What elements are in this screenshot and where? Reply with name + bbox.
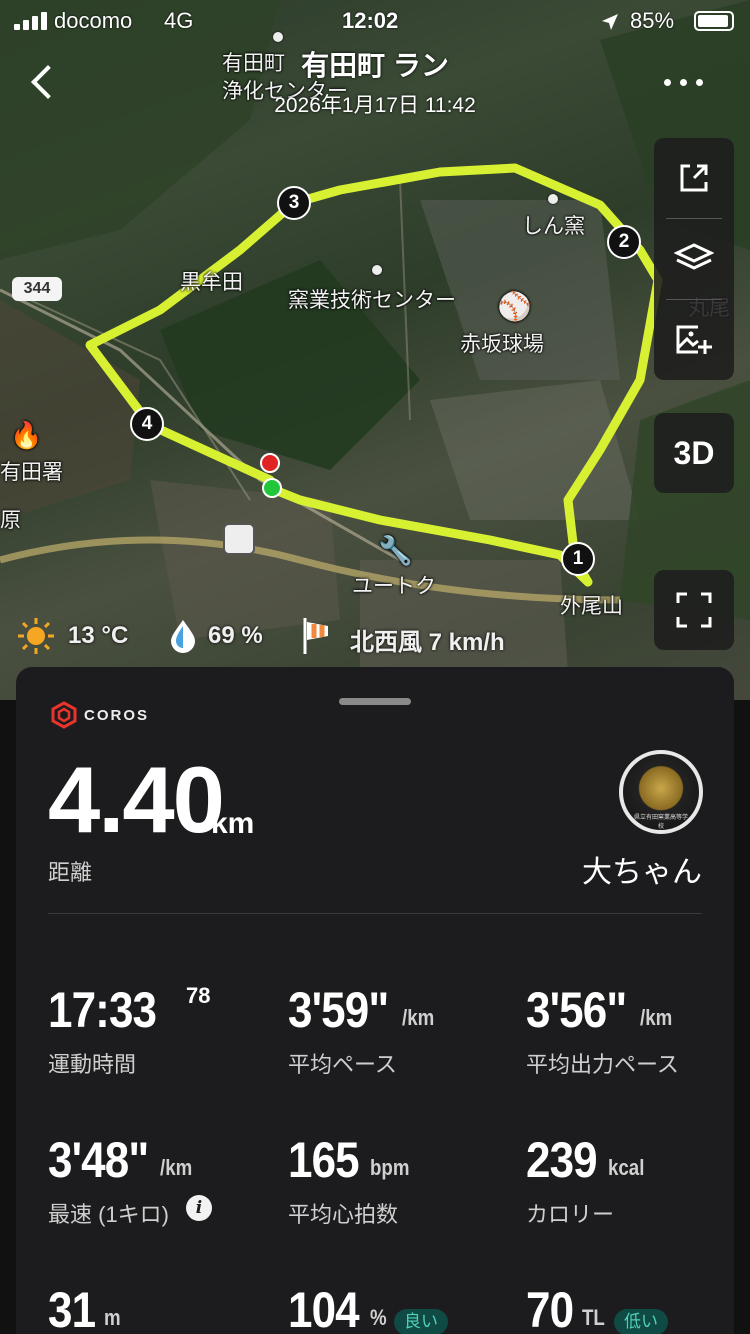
wrench-icon: 🔧 — [378, 535, 413, 566]
humidity-icon — [171, 620, 195, 653]
map-label-akasaka: 赤坂球場 — [460, 333, 544, 356]
share-icon — [680, 164, 708, 192]
sun-icon — [18, 618, 54, 654]
three-d-panel: 3D — [654, 413, 734, 493]
stat-value: 165 — [288, 1132, 360, 1188]
fullscreen-button[interactable] — [654, 570, 734, 650]
end-marker-icon — [260, 453, 280, 473]
avatar-caption: 県立有田窯業高等学校 — [633, 815, 688, 830]
stat-unit: TL — [582, 1305, 605, 1330]
3d-button[interactable]: 3D — [654, 413, 734, 493]
status-badge: 低い — [614, 1309, 668, 1334]
stat-value: 3'56" — [526, 982, 627, 1038]
status-bar: docomo 4G 12:02 85% — [0, 0, 750, 42]
page-title: 有田町 ラン — [301, 50, 449, 81]
battery-percent: 85% — [630, 8, 675, 33]
info-icon[interactable]: i — [186, 1195, 212, 1221]
map-label-yutoku: ユートク — [352, 575, 436, 598]
stat-value: 17:33 — [48, 982, 157, 1038]
stat-label: 平均出力ペース — [526, 1052, 679, 1077]
add-photo-icon — [676, 325, 712, 354]
status-badge: 良い — [394, 1309, 448, 1334]
km-marker-1[interactable]: 1 — [561, 542, 595, 576]
map-label-kuromuta: 黒牟田 — [180, 271, 243, 294]
temperature: 13 °C — [68, 622, 129, 649]
stat-value: 3'48" — [48, 1132, 149, 1188]
stat-label: カロリー — [526, 1202, 615, 1227]
more-options-button[interactable] — [662, 70, 706, 94]
map-label-yogyo: 窯業技術センター — [288, 289, 456, 312]
fullscreen-icon — [676, 592, 712, 628]
route-map[interactable]: 有田町浄化センター しん窯 黒牟田 窯業技術センター ⚾ 赤坂球場 344 丸尾… — [0, 0, 750, 700]
wind: 北西風 7 km/h — [350, 629, 505, 656]
stat-label: 平均心拍数 — [288, 1202, 399, 1227]
map-label-fire: 有田署 — [0, 461, 63, 484]
activity-summary-sheet[interactable]: COROS 4.40 km 距離 県立有田窯業高等学校 大ちゃん 17:33 7… — [16, 667, 734, 1334]
brand-name: COROS — [84, 706, 150, 724]
poi-dot — [548, 194, 558, 204]
stat-value: 31 — [48, 1282, 96, 1334]
user-name: 大ちゃん — [582, 856, 702, 889]
location-arrow-icon — [602, 14, 618, 30]
map-label-shingama: しん窯 — [522, 215, 585, 238]
stat-label: 最速 (1キロ) — [48, 1202, 170, 1227]
map-tools-panel — [654, 138, 734, 380]
coros-logo-icon — [51, 701, 77, 729]
km-marker-4[interactable]: 4 — [130, 407, 164, 441]
activity-datetime: 2026年1月17日 11:42 — [274, 94, 476, 117]
stat-value: 239 — [526, 1132, 598, 1188]
km-marker-2[interactable]: 2 — [607, 225, 641, 259]
stat-value: 70 — [526, 1282, 574, 1334]
stat-unit: /km — [160, 1155, 193, 1180]
stat-label: 平均ペース — [288, 1052, 397, 1077]
stat-unit: bpm — [370, 1155, 410, 1180]
network-type: 4G — [164, 8, 194, 33]
stat-unit: /km — [402, 1005, 435, 1030]
fire-station-icon: 🔥 — [10, 420, 43, 450]
stat-unit: m — [104, 1305, 121, 1330]
stat-label: 運動時間 — [48, 1052, 137, 1077]
layers-icon — [674, 243, 714, 270]
stat-unit: /km — [640, 1005, 673, 1030]
avatar[interactable]: 県立有田窯業高等学校 — [619, 750, 703, 834]
stat-unit: kcal — [608, 1155, 645, 1180]
baseball-icon: ⚾ — [497, 291, 532, 322]
km-marker-3[interactable]: 3 — [277, 186, 311, 220]
divider — [48, 913, 702, 914]
poi-dot — [372, 265, 382, 275]
share-button[interactable] — [654, 138, 734, 218]
clock: 12:02 — [342, 8, 399, 33]
stat-value-hundredths: 78 — [186, 983, 211, 1008]
humidity: 69 % — [208, 622, 263, 649]
route-344-shield: 344 — [12, 277, 62, 301]
train-station-icon — [223, 523, 255, 555]
map-label-sotoyama: 外尾山 — [560, 595, 623, 618]
sheet-drag-handle[interactable] — [339, 698, 411, 705]
start-marker-icon — [262, 478, 282, 498]
stat-unit: % — [370, 1305, 387, 1330]
add-photo-button[interactable] — [654, 300, 734, 380]
stat-value: 3'59" — [288, 982, 389, 1038]
layers-button[interactable] — [654, 219, 734, 299]
carrier-name: docomo — [54, 8, 133, 33]
fullscreen-panel — [654, 570, 734, 650]
wind-icon — [303, 618, 328, 654]
signal-icon — [14, 12, 48, 30]
distance-unit: km — [211, 807, 255, 840]
map-label-hara: 原 — [0, 509, 21, 532]
distance-value: 4.40 — [48, 747, 225, 852]
brand-logo: COROS — [50, 701, 149, 729]
stat-value: 104 — [288, 1282, 360, 1334]
distance-label: 距離 — [48, 860, 93, 885]
battery-icon — [694, 11, 734, 31]
